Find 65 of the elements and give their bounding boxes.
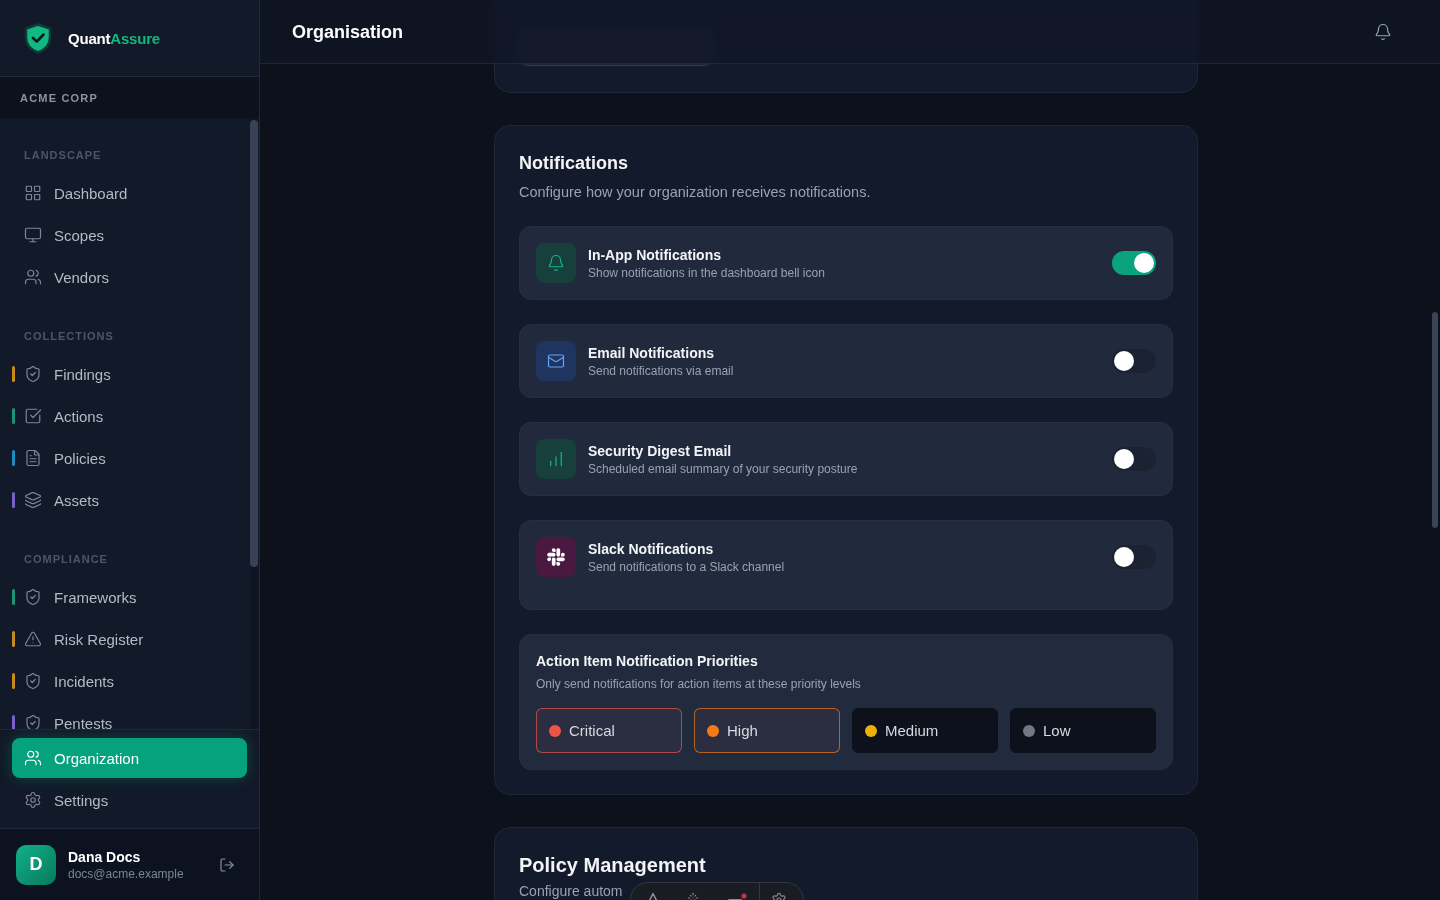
bar-chart-icon bbox=[536, 439, 576, 479]
nav-item[interactable]: Dashboard bbox=[12, 173, 238, 213]
shield-check-icon bbox=[24, 672, 42, 690]
warning-icon bbox=[24, 630, 42, 648]
priority-option[interactable]: Critical bbox=[536, 708, 682, 753]
user-email: docs@acme.example bbox=[68, 865, 185, 882]
shield-check-icon bbox=[24, 588, 42, 606]
logout-icon[interactable] bbox=[219, 856, 235, 873]
scrollbar-thumb[interactable] bbox=[250, 120, 258, 567]
users-icon bbox=[24, 268, 42, 286]
shield-check-icon bbox=[24, 714, 42, 729]
priority-option[interactable]: Medium bbox=[852, 708, 998, 753]
nav-item[interactable]: Settings bbox=[12, 780, 247, 820]
nav-item[interactable]: Risk Register bbox=[12, 619, 238, 659]
nav-item[interactable]: Scopes bbox=[12, 215, 238, 255]
section-label: COMPLIANCE bbox=[23, 552, 109, 567]
priority-option[interactable]: Low bbox=[1010, 708, 1156, 753]
nav-item[interactable]: Pentests bbox=[12, 703, 238, 729]
setting-title: Email Notifications bbox=[588, 344, 715, 363]
toggle-switch[interactable] bbox=[1112, 349, 1156, 373]
brand-name: QuantAssure bbox=[68, 29, 160, 47]
workspace-name: ACME CORP bbox=[20, 91, 99, 104]
toggle-switch[interactable] bbox=[1112, 447, 1156, 471]
nav-item[interactable]: Vendors bbox=[12, 257, 238, 297]
nav-item[interactable]: Assets bbox=[12, 480, 238, 520]
scrollbar-thumb[interactable] bbox=[1432, 312, 1438, 528]
avatar: D bbox=[16, 844, 56, 885]
grid-icon bbox=[24, 184, 42, 202]
nav-item[interactable]: Incidents bbox=[12, 661, 238, 701]
setting-description: Send notifications to a Slack channel bbox=[588, 559, 785, 575]
priority-description: Only send notifications for action items at these priority levels bbox=[536, 676, 861, 692]
nav-item[interactable]: Policies bbox=[12, 438, 238, 478]
notifications-icon[interactable] bbox=[1374, 22, 1392, 41]
setting-description: Show notifications in the dashboard bell icon bbox=[588, 265, 825, 281]
section-label: LANDSCAPE bbox=[23, 148, 103, 163]
document-icon bbox=[24, 449, 42, 467]
setting-description: Send notifications via email bbox=[588, 363, 734, 379]
card-description: Configure how your organization receives notifications. bbox=[519, 183, 871, 202]
settings-icon bbox=[24, 791, 42, 809]
priority-title: Action Item Notification Priorities bbox=[536, 652, 758, 671]
page-title: Organisation bbox=[292, 20, 403, 44]
card-description: Configure autom bbox=[519, 883, 623, 899]
card-title: Policy Management bbox=[519, 853, 707, 878]
setting-title: In-App Notifications bbox=[588, 246, 721, 265]
toggle-switch[interactable] bbox=[1112, 251, 1156, 275]
user-name: Dana Docs bbox=[68, 847, 142, 866]
nav-item[interactable]: Frameworks bbox=[12, 577, 238, 617]
setting-title: Slack Notifications bbox=[588, 540, 714, 559]
nav-item[interactable]: Findings bbox=[12, 354, 238, 394]
setting-title: Security Digest Email bbox=[588, 442, 732, 461]
logo-icon bbox=[536, 537, 576, 577]
mail-icon bbox=[536, 341, 576, 381]
layers-icon bbox=[24, 491, 42, 509]
setting-description: Scheduled email summary of your security posture bbox=[588, 461, 858, 477]
bell-icon bbox=[536, 243, 576, 283]
nav-item[interactable]: Actions bbox=[12, 396, 238, 436]
toggle-switch[interactable] bbox=[1112, 545, 1156, 569]
section-label: COLLECTIONS bbox=[23, 329, 115, 344]
shield-check-icon bbox=[24, 365, 42, 383]
shield-logo-icon bbox=[24, 22, 52, 54]
checkbox-icon bbox=[24, 407, 42, 425]
card-title: Notifications bbox=[519, 152, 629, 175]
priority-option[interactable]: High bbox=[694, 708, 840, 753]
users-icon bbox=[24, 749, 42, 767]
monitor-icon bbox=[24, 226, 42, 244]
